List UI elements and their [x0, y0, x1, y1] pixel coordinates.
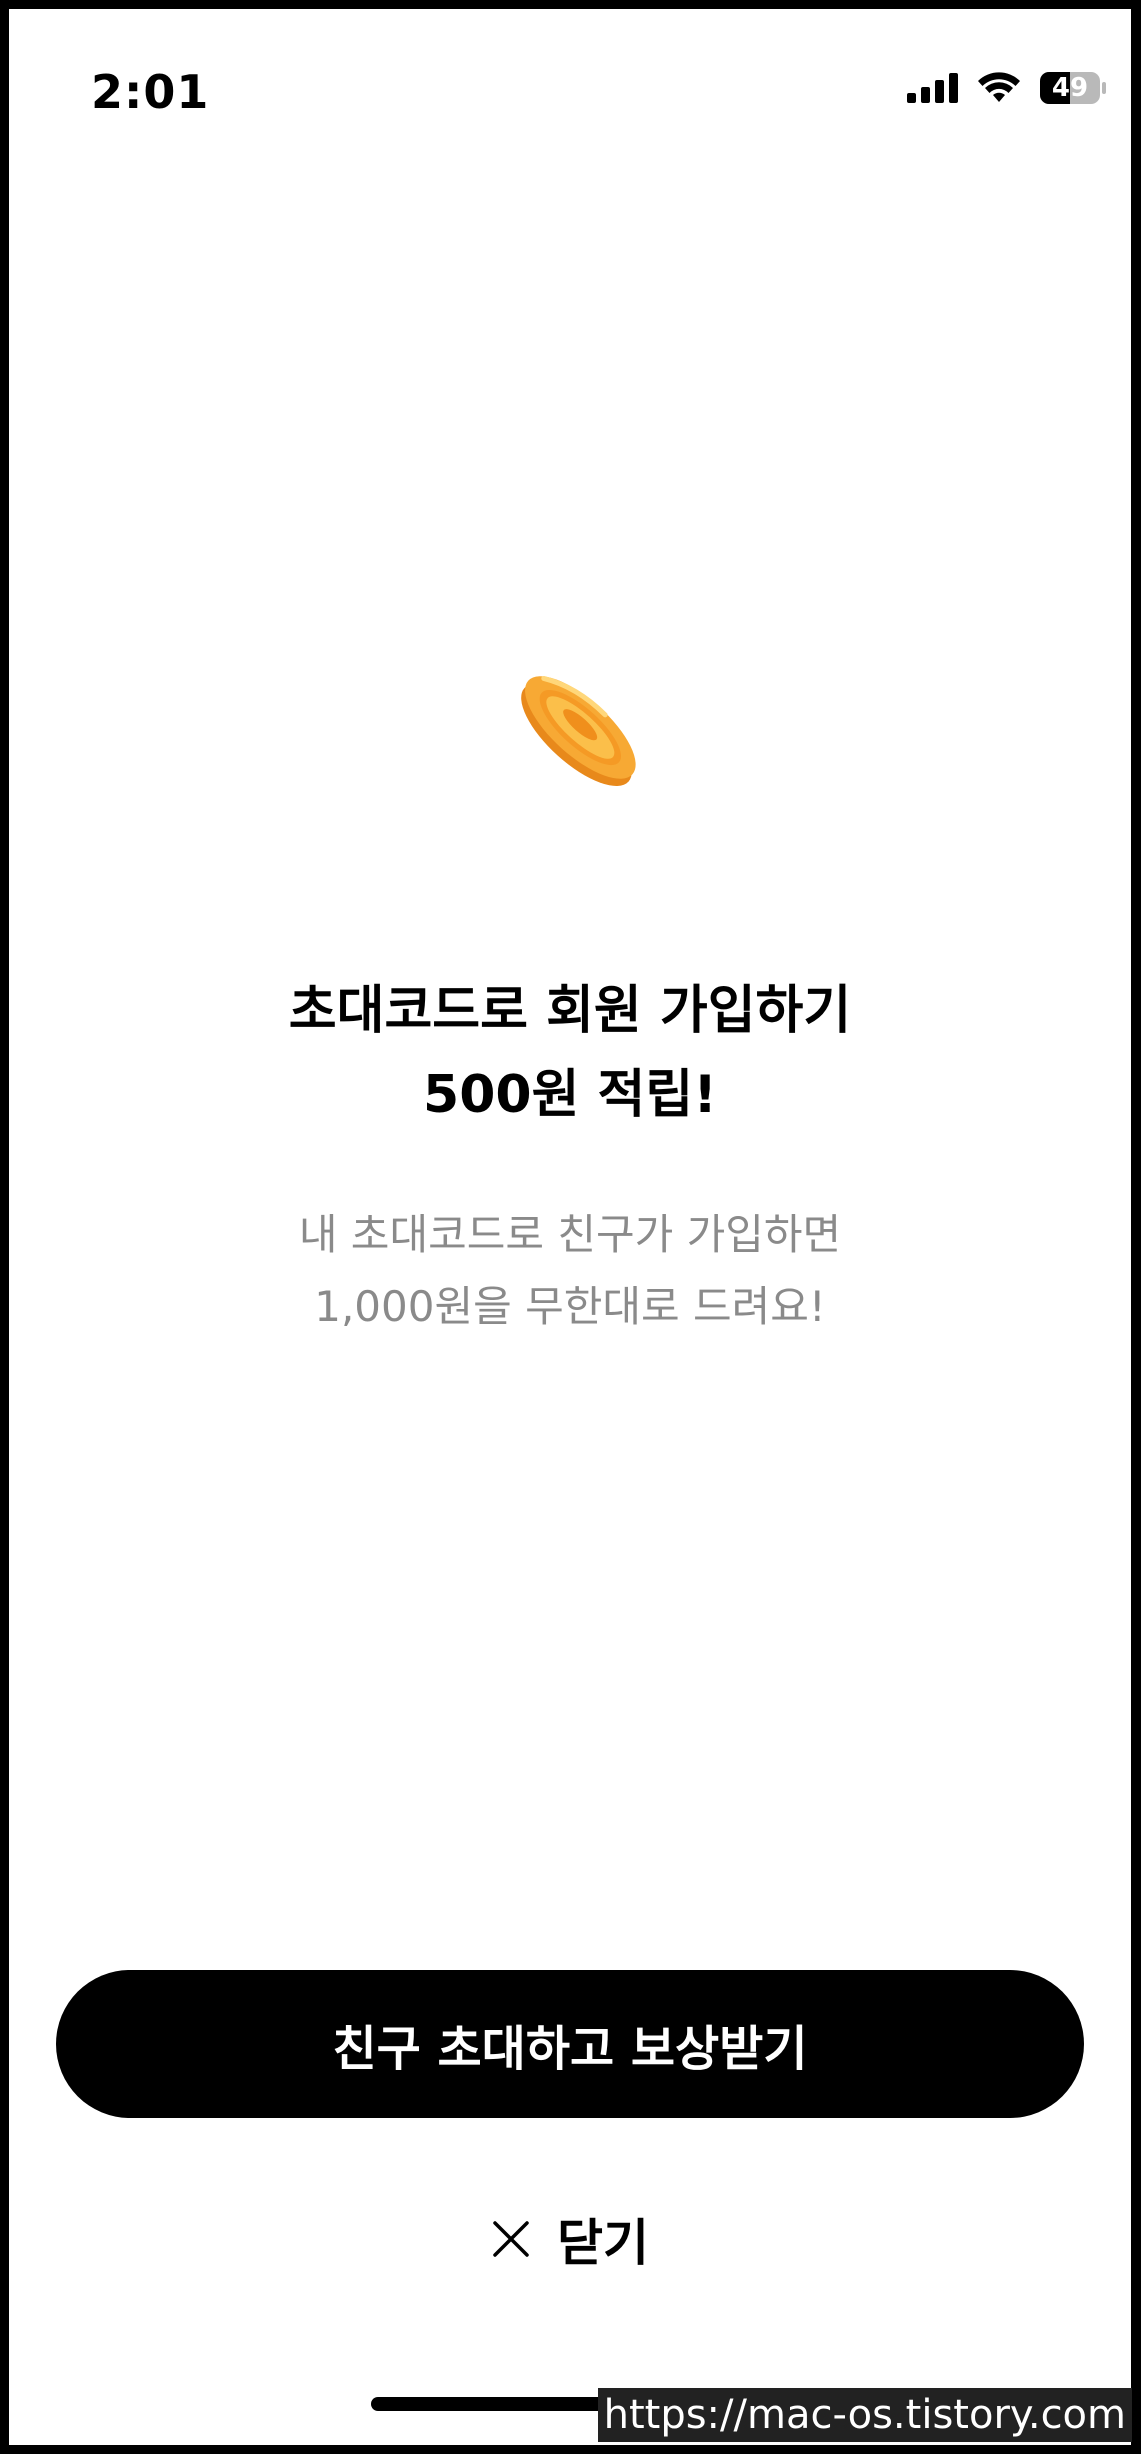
description: 내 초대코드로 친구가 가입하면 1,000원을 무한대로 드려요!	[9, 1199, 1131, 1343]
headline: 초대코드로 회원 가입하기 500원 적립!	[9, 969, 1131, 1137]
watermark: https://mac-os.tistory.com	[597, 2388, 1132, 2442]
close-icon	[493, 2221, 529, 2257]
wifi-icon	[978, 72, 1020, 102]
status-bar: 2:01 49	[9, 9, 1131, 159]
headline-line2: 500원 적립!	[423, 1065, 717, 1125]
signal-icon	[907, 73, 958, 103]
battery-icon: 49	[1039, 71, 1106, 105]
status-icons: 49	[907, 71, 1106, 105]
battery-level: 49	[1051, 73, 1089, 103]
description-line1: 내 초대코드로 친구가 가입하면	[298, 1210, 842, 1259]
description-line2: 1,000원을 무한대로 드려요!	[314, 1282, 826, 1331]
invite-friend-button[interactable]: 친구 초대하고 보상받기	[56, 1970, 1084, 2118]
coin-icon	[499, 649, 659, 809]
invite-reward-screen: 2:01 49 초대코드로 회원 가입하기 500원 적립! 내 초대코드로 친…	[9, 9, 1131, 2445]
headline-line1: 초대코드로 회원 가입하기	[288, 981, 852, 1041]
close-label: 닫기	[557, 2214, 649, 2272]
close-button[interactable]: 닫기	[9, 2199, 1131, 2279]
status-time: 2:01	[91, 65, 210, 119]
